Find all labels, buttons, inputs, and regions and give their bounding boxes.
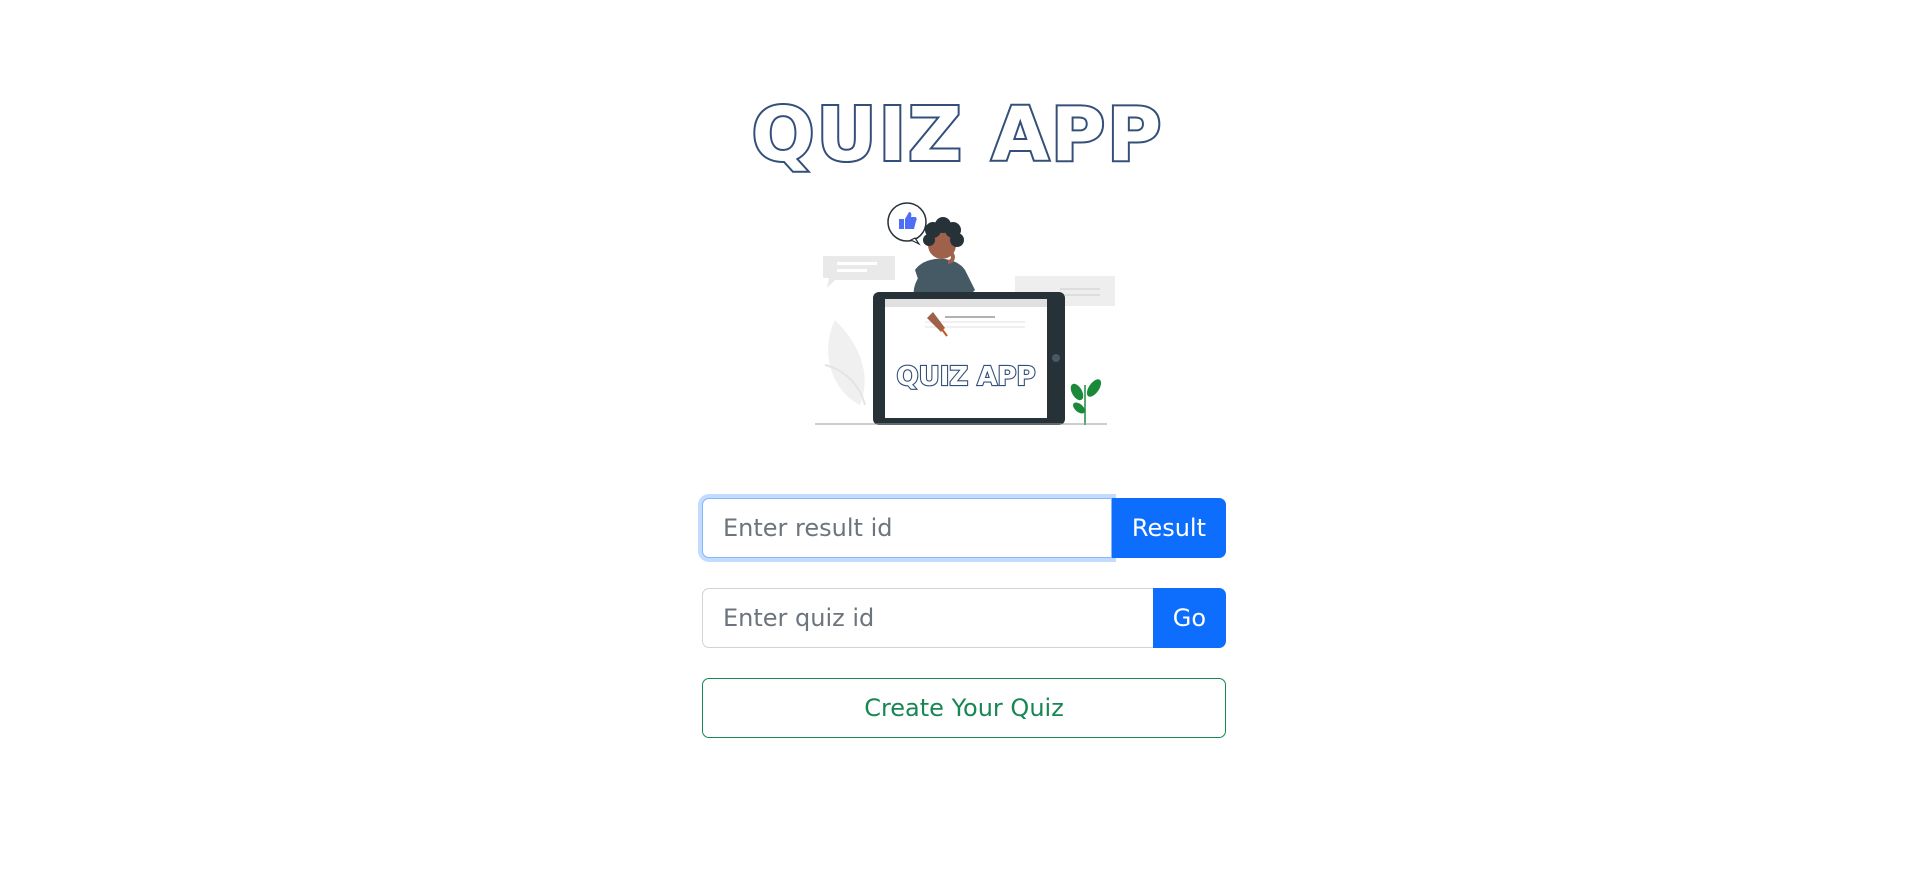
quiz-forms: Result Go Create Your Quiz	[702, 498, 1226, 738]
result-id-input[interactable]	[702, 498, 1112, 558]
page-title-text: QUIZ APP	[750, 91, 1164, 178]
quiz-id-input[interactable]	[702, 588, 1153, 648]
page-title: QUIZ APP	[0, 91, 1915, 178]
result-button[interactable]: Result	[1111, 498, 1226, 558]
quiz-input-group: Go	[702, 588, 1226, 648]
tablet-screen-text: QUIZ APP	[896, 362, 1035, 392]
go-button[interactable]: Go	[1152, 588, 1226, 648]
plant-decoration	[1070, 379, 1102, 425]
result-input-group: Result	[702, 498, 1226, 558]
create-quiz-button[interactable]: Create Your Quiz	[702, 678, 1226, 738]
hero-illustration: QUIZ APP	[815, 202, 1115, 425]
page: QUIZ APP QUIZ APP Enter result id Result…	[0, 0, 1915, 880]
